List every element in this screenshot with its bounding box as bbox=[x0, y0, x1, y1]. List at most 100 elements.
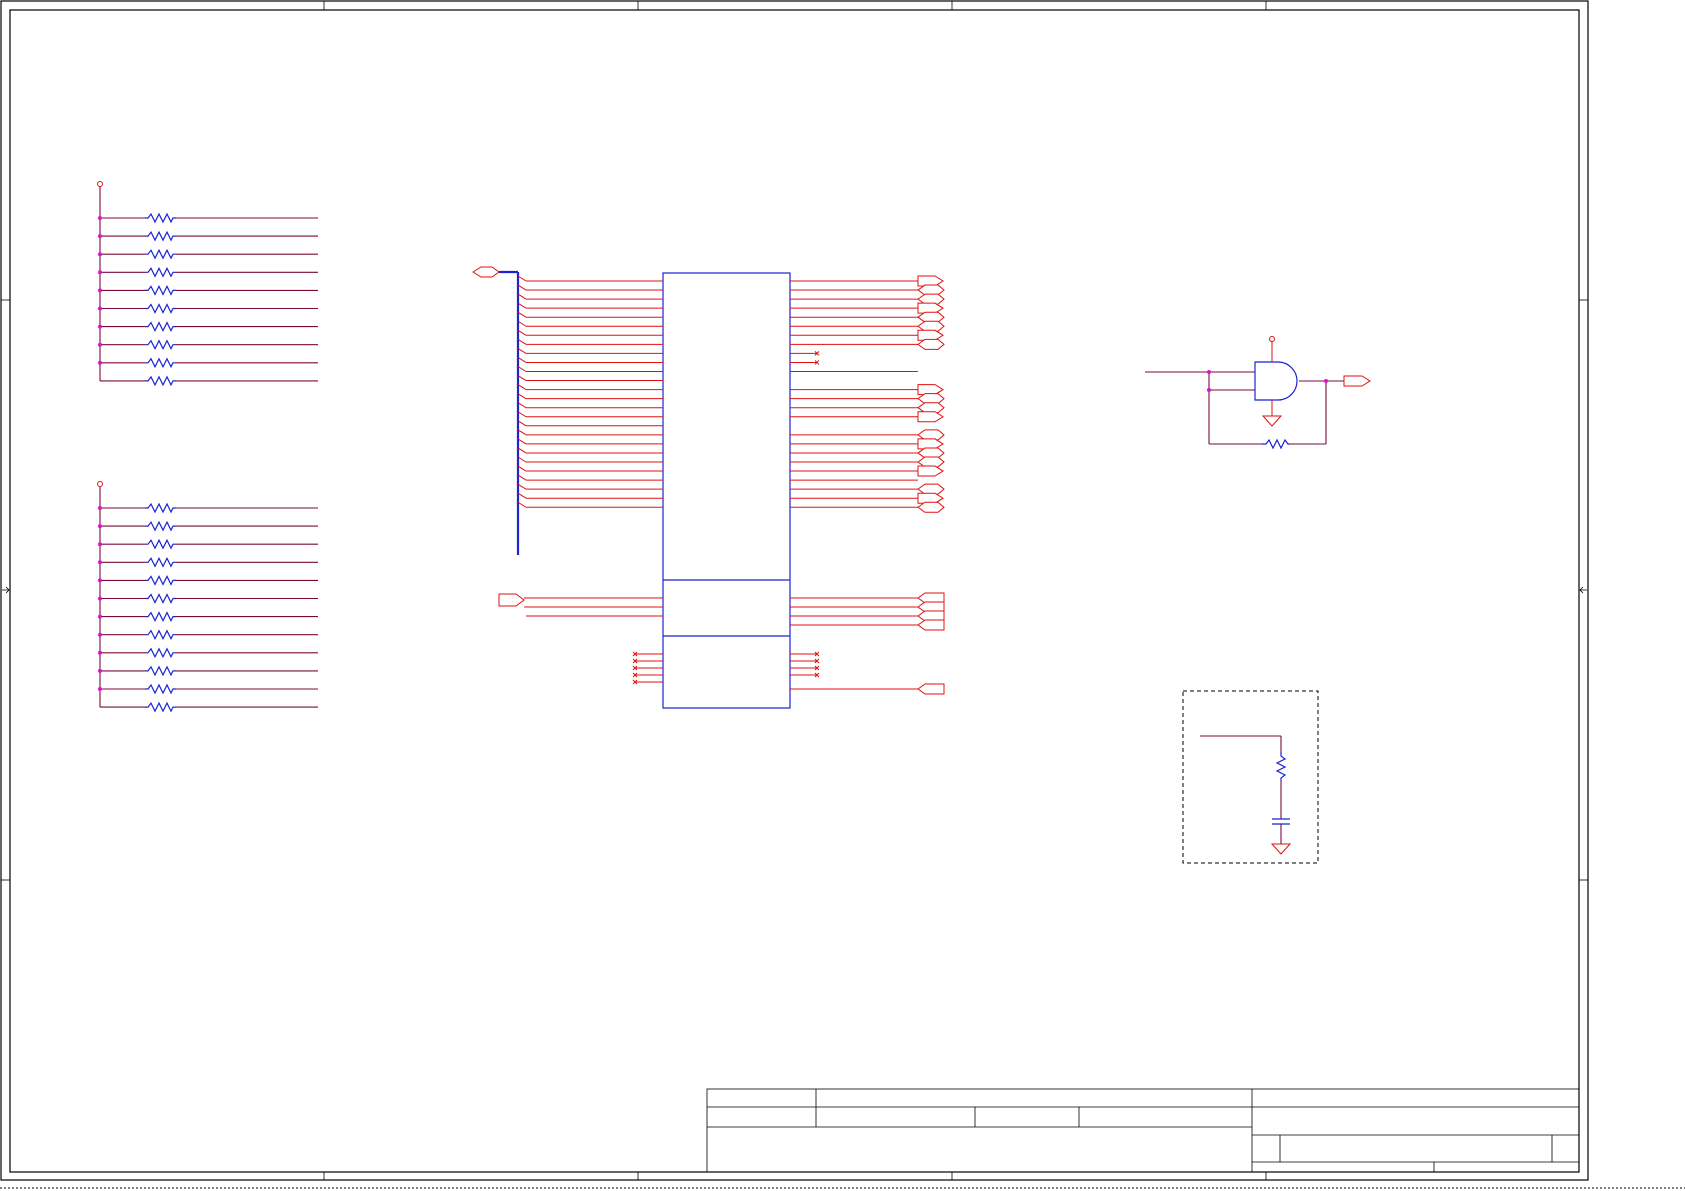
ic-body bbox=[662, 272, 791, 709]
resistor bbox=[145, 647, 176, 659]
gate-output-port bbox=[1343, 375, 1371, 387]
junction-dot bbox=[98, 234, 102, 239]
ic-component bbox=[472, 266, 945, 709]
bidirectional-port bbox=[917, 393, 945, 405]
resistor bbox=[145, 357, 176, 369]
junction-dot bbox=[98, 216, 102, 220]
junction-dot bbox=[98, 614, 102, 619]
bus-entry bbox=[517, 384, 527, 391]
resistor bbox=[145, 502, 176, 514]
bus-entry bbox=[517, 492, 527, 499]
bus-entry bbox=[517, 284, 527, 291]
bus-entry bbox=[517, 411, 527, 418]
output-port bbox=[917, 302, 944, 314]
junction-dot bbox=[98, 596, 102, 601]
bus-entry bbox=[517, 402, 527, 409]
resistor bbox=[145, 629, 176, 641]
resistor bbox=[145, 285, 176, 296]
power-symbol bbox=[97, 481, 103, 487]
bidirectional-port bbox=[917, 483, 945, 495]
output-port bbox=[917, 411, 944, 423]
resistor bbox=[145, 701, 176, 713]
bidirectional-port bbox=[917, 501, 945, 513]
power-symbol bbox=[97, 181, 103, 187]
bus-entry bbox=[517, 275, 527, 282]
junction-dot bbox=[98, 524, 102, 529]
bidirectional-port bbox=[917, 338, 945, 350]
bidirectional-port bbox=[917, 311, 945, 323]
bidirectional-port bbox=[917, 456, 945, 468]
bus-entry bbox=[517, 429, 527, 436]
rc-network bbox=[1182, 690, 1319, 864]
output-port bbox=[917, 329, 944, 341]
resistor bbox=[145, 212, 176, 224]
bus-entry bbox=[517, 438, 527, 445]
output-port bbox=[917, 384, 944, 396]
schematic-sheet bbox=[0, 0, 1685, 1189]
bidirectional-port bbox=[917, 320, 945, 332]
resistor bbox=[145, 593, 176, 604]
resistor bbox=[145, 611, 176, 622]
bus-entry bbox=[517, 320, 527, 327]
resistor bbox=[145, 375, 176, 387]
junction-dot bbox=[98, 687, 102, 691]
junction-dot bbox=[98, 632, 102, 637]
bus-entry bbox=[517, 465, 527, 472]
junction-dot bbox=[98, 578, 102, 583]
and-gate-circuit bbox=[1145, 336, 1371, 450]
resistor bbox=[145, 556, 176, 568]
resistor-array-upper bbox=[97, 181, 318, 387]
junction-dot bbox=[98, 668, 102, 673]
bidirectional-port bbox=[917, 429, 945, 441]
sheet-border bbox=[0, 0, 1685, 1189]
gate-ground-symbol bbox=[1261, 415, 1283, 427]
rc-resistor bbox=[1275, 752, 1287, 781]
junction-dot bbox=[98, 506, 102, 510]
resistor bbox=[145, 303, 176, 314]
bus-entry bbox=[517, 420, 527, 427]
bus-entry bbox=[517, 293, 527, 300]
resistor bbox=[145, 520, 176, 532]
bus-entry bbox=[517, 338, 527, 345]
junction-dot bbox=[98, 270, 102, 275]
title-block bbox=[706, 1088, 1580, 1173]
junction-dot bbox=[98, 650, 102, 655]
rc-ground-symbol bbox=[1270, 843, 1292, 855]
junction-dot bbox=[98, 542, 102, 547]
bus-entry bbox=[517, 302, 527, 309]
junction-dot bbox=[98, 288, 102, 293]
bus-entry bbox=[517, 474, 527, 481]
input-port bbox=[917, 683, 945, 695]
bus-entry bbox=[517, 347, 527, 354]
bus-entry bbox=[517, 393, 527, 400]
output-port bbox=[917, 492, 944, 504]
resistor bbox=[145, 339, 176, 351]
junction-dot bbox=[98, 306, 102, 311]
resistor bbox=[145, 321, 176, 332]
output-port bbox=[917, 465, 944, 477]
input-port bbox=[498, 593, 525, 607]
and-gate bbox=[1254, 361, 1298, 401]
bus-entry bbox=[517, 501, 527, 508]
bus-entry bbox=[517, 366, 527, 372]
bus-entry bbox=[517, 483, 527, 490]
bus-entry bbox=[517, 456, 527, 463]
bus-entry bbox=[517, 357, 527, 363]
junction-dot bbox=[98, 560, 102, 565]
bus-entry bbox=[517, 447, 527, 454]
bidirectional-port bbox=[917, 402, 945, 414]
bidirectional-port bbox=[917, 284, 945, 296]
bus-entry bbox=[517, 311, 527, 318]
bus-entry bbox=[517, 375, 527, 381]
output-port bbox=[917, 438, 944, 450]
resistor bbox=[145, 266, 176, 278]
junction-dot bbox=[98, 360, 102, 365]
junction-dot bbox=[98, 252, 102, 257]
resistor bbox=[145, 683, 176, 695]
resistor-array-lower bbox=[97, 481, 318, 713]
resistor bbox=[145, 665, 176, 677]
gate-power-symbol bbox=[1269, 336, 1275, 342]
output-port bbox=[917, 619, 945, 631]
resistor bbox=[145, 575, 176, 586]
junction-dot bbox=[98, 342, 102, 347]
